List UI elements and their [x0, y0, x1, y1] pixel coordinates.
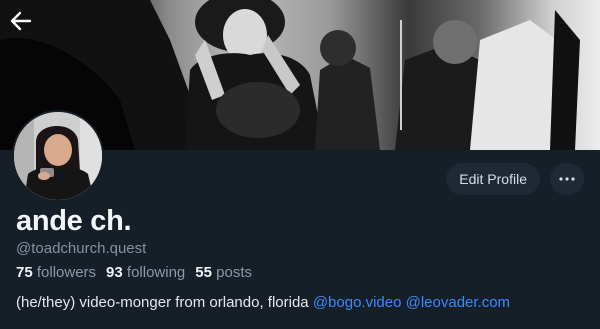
- user-handle: @toadchurch.quest: [16, 240, 147, 257]
- bio-text: (he/they) video-monger from orlando, flo…: [16, 294, 309, 311]
- following-stat[interactable]: 93 following: [106, 264, 185, 281]
- followers-label: followers: [36, 264, 97, 281]
- avatar-photo: [14, 112, 102, 200]
- profile-stats: 75 followers 93 following 55 posts: [16, 264, 262, 281]
- following-count: 93: [106, 264, 123, 281]
- bio-link-bogo[interactable]: @bogo.video: [313, 294, 402, 311]
- following-label: following: [126, 264, 186, 281]
- posts-label: posts: [216, 264, 252, 281]
- posts-count: 55: [195, 264, 212, 281]
- edit-profile-button[interactable]: Edit Profile: [446, 163, 540, 195]
- avatar[interactable]: [12, 110, 104, 202]
- display-name: ande ch.: [16, 205, 132, 237]
- ellipsis-icon: [559, 177, 575, 181]
- bio-link-leovader[interactable]: @leovader.com: [406, 294, 510, 311]
- profile-actions: Edit Profile: [446, 163, 584, 195]
- followers-count: 75: [16, 264, 33, 281]
- posts-stat: 55 posts: [195, 264, 252, 281]
- arrow-left-icon: [10, 11, 32, 31]
- profile-bio: (he/they) video-monger from orlando, flo…: [16, 294, 510, 311]
- back-button[interactable]: [10, 10, 40, 40]
- followers-stat[interactable]: 75 followers: [16, 264, 96, 281]
- more-options-button[interactable]: [550, 163, 584, 195]
